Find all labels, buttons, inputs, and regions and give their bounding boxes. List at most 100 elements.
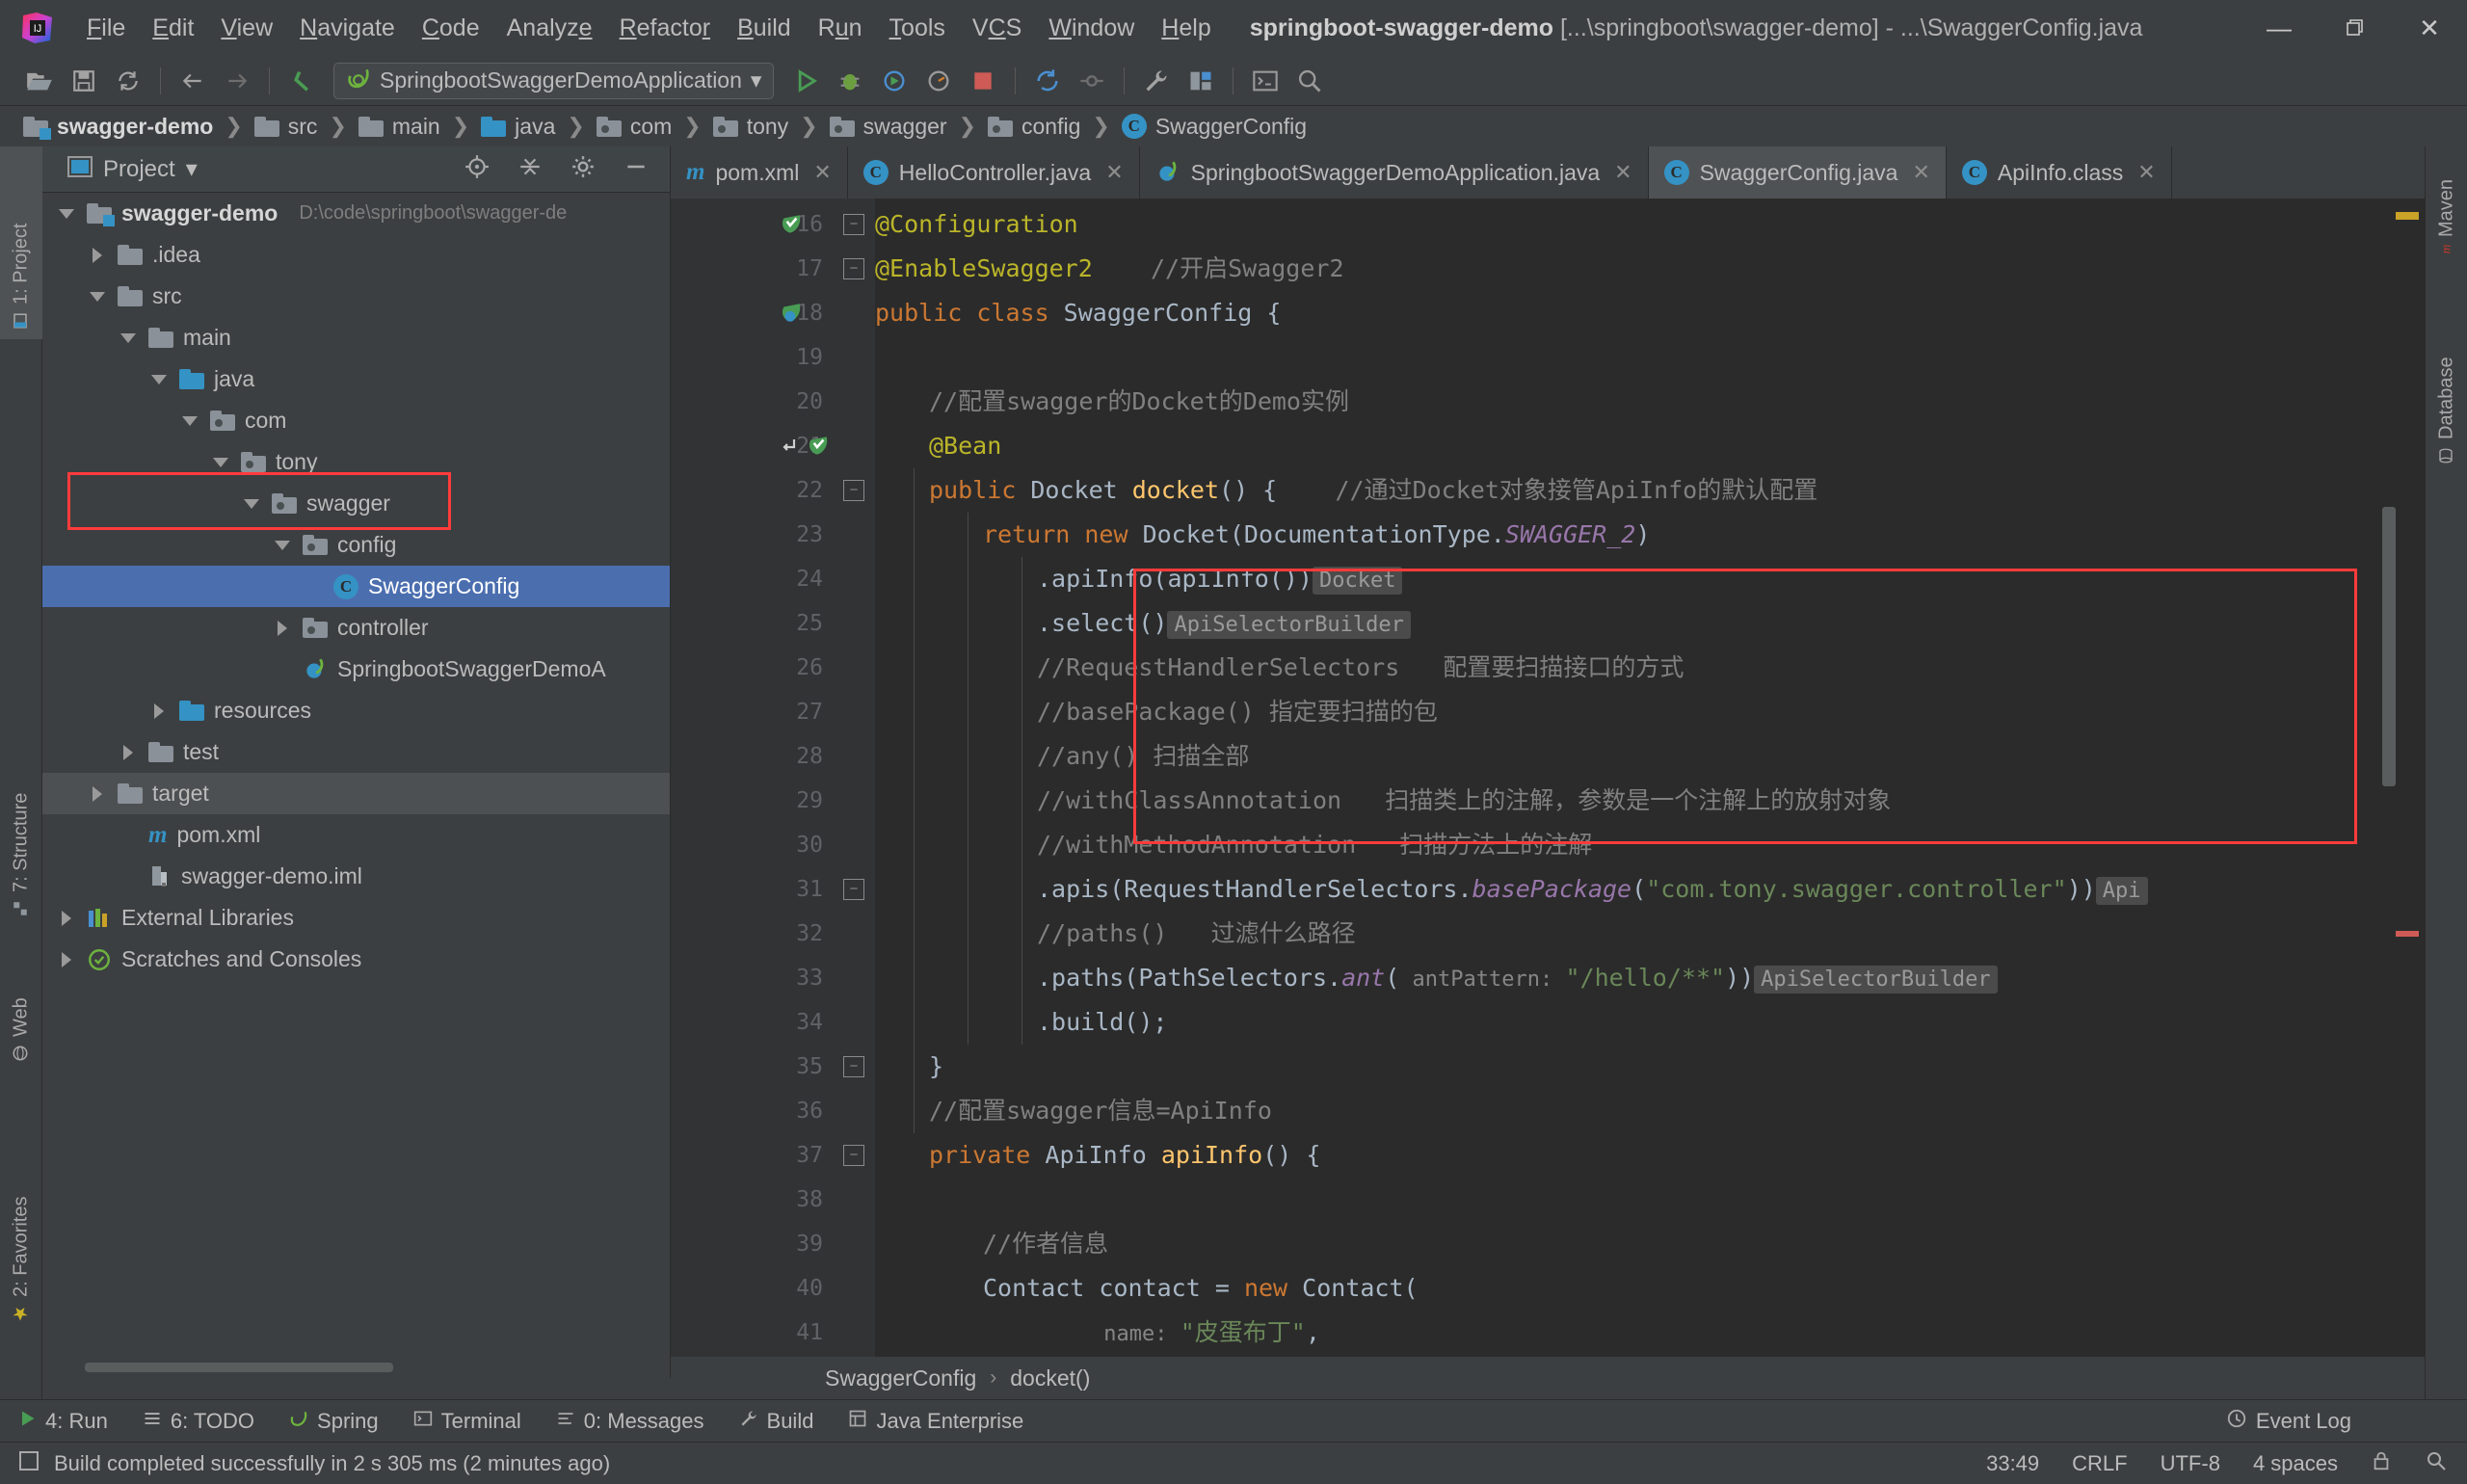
sidebar-item-database[interactable]: Database (2426, 291, 2467, 474)
scroll-from-source-icon[interactable] (464, 154, 490, 184)
project-structure-icon[interactable] (1179, 62, 1223, 100)
code-line[interactable]: //basePackage() 指定要扫描的包 (1037, 690, 1438, 734)
sidebar-item-web[interactable]: Web (0, 946, 42, 1072)
tree-row[interactable]: resources (42, 690, 670, 731)
breadcrumb-item-swagger[interactable]: swagger (824, 114, 953, 140)
code-line[interactable]: public Docket docket() { //通过Docket对象接管A… (929, 468, 1817, 513)
chevron-right-icon[interactable] (272, 618, 293, 639)
menu-run[interactable]: Run (805, 0, 876, 56)
editor-tab-hellocontroller-java[interactable]: CHelloController.java✕ (848, 146, 1140, 199)
toolwindow-run[interactable]: 4: Run (0, 1409, 125, 1434)
chevron-down-icon[interactable] (118, 328, 139, 349)
code-line[interactable]: @Configuration (875, 202, 1078, 247)
back-arrow-icon[interactable] (171, 62, 215, 100)
code-line[interactable]: name: "皮蛋布丁", (1091, 1311, 1320, 1355)
line-separator[interactable]: CRLF (2072, 1451, 2127, 1476)
sidebar-item-structure[interactable]: 7: Structure (0, 705, 42, 927)
sidebar-item-favorites[interactable]: 2: Favorites (0, 1091, 42, 1332)
tree-row[interactable]: swagger-demoD:\code\springboot\swagger-d… (42, 193, 670, 234)
code-line[interactable]: .apis(RequestHandlerSelectors.basePackag… (1037, 867, 2148, 912)
toolwindow-build[interactable]: Build (722, 1409, 832, 1434)
chevron-right-icon[interactable] (148, 701, 170, 722)
revert-icon[interactable] (279, 62, 324, 100)
code-line[interactable]: //paths() 过滤什么路径 (1037, 912, 1356, 956)
chevron-right-icon[interactable] (118, 742, 139, 763)
run-configuration-selector[interactable]: SpringbootSwaggerDemoApplication ▾ (333, 63, 774, 99)
gutter-spring-bean-marker[interactable] (779, 301, 804, 326)
tree-row[interactable]: External Libraries (42, 897, 670, 939)
breadcrumb-item-java[interactable]: java (475, 114, 561, 140)
close-icon[interactable]: ✕ (1105, 160, 1123, 185)
minimize-button[interactable]: — (2242, 0, 2317, 56)
code-editor[interactable]: 1617181920212223242526272829303132333435… (671, 199, 2425, 1378)
collapse-all-icon[interactable] (517, 154, 543, 184)
run-icon[interactable] (783, 62, 828, 100)
chevron-right-icon[interactable] (56, 949, 77, 970)
tree-row[interactable]: swagger-demo.iml (42, 856, 670, 897)
code-fold-toggle[interactable]: − (843, 480, 864, 501)
code-line[interactable]: .paths(PathSelectors.ant( antPattern: "/… (1037, 956, 1998, 1000)
chevron-down-icon[interactable] (272, 535, 293, 556)
tree-row[interactable]: config (42, 524, 670, 566)
chevron-right-icon[interactable] (56, 908, 77, 929)
gutter-bean-marker[interactable] (779, 212, 804, 237)
open-folder-icon[interactable] (17, 62, 62, 100)
code-line[interactable]: private ApiInfo apiInfo() { (929, 1133, 1320, 1178)
hide-icon[interactable] (623, 154, 649, 184)
editor-gutter[interactable]: 1617181920212223242526272829303132333435… (671, 199, 835, 1378)
menu-code[interactable]: Code (409, 0, 493, 56)
toolwindow-spring[interactable]: Spring (272, 1409, 396, 1434)
chevron-down-icon[interactable] (179, 411, 200, 432)
tree-row[interactable]: .idea (42, 234, 670, 276)
tree-row[interactable]: java (42, 358, 670, 400)
menu-view[interactable]: View (207, 0, 286, 56)
code-line[interactable]: @EnableSwagger2 //开启Swagger2 (875, 247, 1344, 291)
update-project-icon[interactable] (1025, 62, 1070, 100)
toolwindow-java-enterprise[interactable]: Java Enterprise (831, 1409, 1041, 1434)
chevron-down-icon[interactable] (148, 369, 170, 390)
code-line[interactable]: return new Docket(DocumentationType.SWAG… (983, 513, 1650, 557)
code-line[interactable]: //作者信息 (983, 1222, 1108, 1266)
menu-build[interactable]: Build (724, 0, 805, 56)
event-log-button[interactable]: Event Log (2226, 1408, 2351, 1435)
breadcrumb-item-swaggerconfig[interactable]: CSwaggerConfig (1116, 114, 1313, 140)
search-everywhere-icon[interactable] (1287, 62, 1332, 100)
menu-navigate[interactable]: Navigate (286, 0, 409, 56)
menu-tools[interactable]: Tools (876, 0, 959, 56)
tree-row[interactable]: mpom.xml (42, 814, 670, 856)
code-fold-toggle[interactable]: − (843, 1056, 864, 1077)
maximize-button[interactable] (2317, 0, 2392, 56)
editor-code-text[interactable]: @Configuration@EnableSwagger2 //开启Swagge… (875, 199, 2425, 1378)
commit-icon[interactable] (1070, 62, 1114, 100)
code-fold-toggle[interactable]: − (843, 879, 864, 900)
tree-row[interactable]: target (42, 773, 670, 814)
close-icon[interactable]: ✕ (813, 160, 831, 185)
indent-setting[interactable]: 4 spaces (2253, 1451, 2338, 1476)
editor-tab-swaggerconfig-java[interactable]: CSwaggerConfig.java✕ (1649, 146, 1947, 199)
code-line[interactable]: //RequestHandlerSelectors 配置要扫描接口的方式 (1037, 646, 1684, 690)
code-line[interactable]: .apiInfo(apiInfo())Docket (1037, 557, 1402, 601)
code-line[interactable]: .build(); (1037, 1000, 1167, 1045)
menu-help[interactable]: Help (1148, 0, 1224, 56)
tree-row[interactable]: SpringbootSwaggerDemoA (42, 649, 670, 690)
editor-tab-springbootswaggerdemoapplication-java[interactable]: SpringbootSwaggerDemoApplication.java✕ (1140, 146, 1649, 199)
code-line[interactable]: Contact contact = new Contact( (983, 1266, 1419, 1311)
code-line[interactable]: //withMethodAnnotation 扫描方法上的注解 (1037, 823, 1592, 867)
breadcrumb-item-main[interactable]: main (353, 114, 446, 140)
file-encoding[interactable]: UTF-8 (2161, 1451, 2220, 1476)
chevron-down-icon[interactable]: ▾ (751, 67, 762, 93)
chevron-right-icon[interactable] (87, 783, 108, 805)
tree-row[interactable]: main (42, 317, 670, 358)
terminal-icon[interactable] (1243, 62, 1287, 100)
menu-file[interactable]: File (73, 0, 139, 56)
tree-row[interactable]: CSwaggerConfig (42, 566, 670, 607)
chevron-down-icon[interactable]: ▾ (186, 155, 198, 183)
close-button[interactable]: ✕ (2392, 0, 2467, 56)
lock-icon[interactable] (2371, 1450, 2392, 1477)
code-fold-toggle[interactable]: − (843, 258, 864, 279)
toolwindow-messages[interactable]: 0: Messages (539, 1409, 722, 1434)
menu-vcs[interactable]: VCS (959, 0, 1035, 56)
gutter-navigate-marker[interactable] (779, 434, 804, 459)
error-stripe-marker-2[interactable] (2396, 931, 2419, 937)
close-icon[interactable]: ✕ (1912, 160, 1929, 185)
